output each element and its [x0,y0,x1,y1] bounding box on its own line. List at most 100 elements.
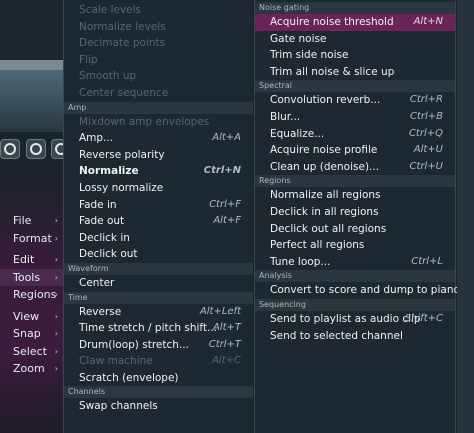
menu-item-label: Acquire noise threshold [270,16,394,28]
menu-item-label: Send to selected channel [270,329,403,342]
menu-item-blur[interactable]: Blur... Ctrl+B [255,109,455,126]
section-header-time: Time [64,291,253,304]
menu-item-snap[interactable]: Snap › [0,325,63,343]
section-header-sequencing: Sequencing [255,298,455,311]
menu-item-center[interactable]: Center [64,275,253,292]
menu-item-time-stretch[interactable]: Time stretch / pitch shift... Alt+T [64,320,253,337]
shortcut-label: Ctrl+B [409,110,443,122]
chevron-right-icon: › [54,290,58,299]
menu-item-file[interactable]: File › [0,212,63,230]
chevron-right-icon: › [54,346,58,356]
menu-item-declick-in-all-regions[interactable]: Declick in all regions [255,204,455,221]
menu-item-regions[interactable]: Regions › [0,286,63,304]
menu-item-label: Send to playlist as audio clip [270,312,421,325]
shortcut-label: Ctrl+N [203,165,241,177]
tool-knob[interactable] [26,139,46,159]
menu-item: Smooth up [64,68,253,85]
menu-item-edit[interactable]: Edit › [0,251,63,269]
shortcut-label: Alt+U [413,144,443,156]
tools-menu: Scale levels Normalize levels Decimate p… [63,0,253,433]
menu-item-label: Mixdown amp envelopes [79,115,210,128]
tool-knob[interactable] [0,139,20,159]
menu-item-reverse-polarity[interactable]: Reverse polarity [64,147,253,164]
menu-item-label: Center [79,276,115,289]
knob-icon [30,143,42,155]
menu-item-equalize[interactable]: Equalize... Ctrl+Q [255,126,455,143]
menu-item-label: Normalize [79,165,139,178]
menu-item-tools[interactable]: Tools › [0,268,63,286]
menu-item: Center sequence [64,85,253,102]
shortcut-label: Ctrl+T [208,338,241,350]
menu-item-label: Drum(loop) stretch... [79,338,189,351]
menu-item-label: Fade in [79,198,117,211]
menu-item-label: Snap [13,327,41,340]
menu-item-lossy-normalize[interactable]: Lossy normalize [64,180,253,197]
menu-item-label: Blur... [270,110,301,123]
menu-item-normalize-all-regions[interactable]: Normalize all regions [255,187,455,204]
menu-item-label: Convolution reverb... [270,94,381,107]
section-header-regions: Regions [255,175,455,188]
menu-item-view[interactable]: View › [0,308,63,326]
menu-item-trim-side-noise[interactable]: Trim side noise [255,47,455,64]
menu-item-label: Trim all noise & slice up [270,65,395,78]
chevron-right-icon: › [54,216,58,225]
menu-item-acquire-noise-profile[interactable]: Acquire noise profile Alt+U [255,142,455,159]
menu-item-zoom[interactable]: Zoom › [0,360,63,378]
menu-item-reverse[interactable]: Reverse Alt+Left [64,304,253,321]
menu-item-fade-out[interactable]: Fade out Alt+F [64,213,253,230]
menu-item-convert-to-score[interactable]: Convert to score and dump to piano roll [255,282,474,299]
menu-item: Scale levels [64,2,253,19]
menu-item-label: Decimate points [79,37,166,50]
shortcut-label: Shift+C [404,312,443,324]
menu-item-label: Gate noise [270,32,327,45]
shortcut-label: Ctrl+F [209,198,241,210]
chevron-right-icon: › [54,364,58,373]
shortcut-label: Alt+Left [199,305,241,317]
menu-item-mixdown-amp-envelopes: Mixdown amp envelopes [64,114,253,131]
menu-item-label: Declick in all regions [270,205,379,218]
chevron-right-icon: › [54,233,58,243]
menu-item-label: View [13,309,40,323]
menu-item-perfect-all-regions[interactable]: Perfect all regions [255,237,455,254]
shortcut-label: Ctrl+Q [408,127,443,139]
menu-item-send-to-playlist[interactable]: Send to playlist as audio clip Shift+C [255,311,455,328]
menu-item-label: Scratch (envelope) [79,371,179,384]
menu-item: Decimate points [64,35,253,52]
menu-item-label: Declick out [79,248,138,261]
menu-item-label: Normalize all regions [270,189,381,202]
shortcut-label: Alt+A [212,132,241,144]
menu-item-format[interactable]: Format › [0,230,63,248]
menu-item-label: Normalize levels [79,20,166,33]
menu-item-label: Acquire noise profile [270,144,378,157]
section-header-channels: Channels [64,386,253,399]
menu-item-normalize[interactable]: Normalize Ctrl+N [64,163,253,180]
menu-item-send-to-selected-channel[interactable]: Send to selected channel [255,328,455,345]
menu-item-label: Format [13,231,52,245]
menu-item-convolution-reverb[interactable]: Convolution reverb... Ctrl+R [255,92,455,109]
menu-item-drum-loop-stretch[interactable]: Drum(loop) stretch... Ctrl+T [64,337,253,354]
menu-item-label: Trim side noise [270,49,349,62]
menu-item-label: Fade out [79,215,125,228]
menu-item-swap-channels[interactable]: Swap channels [64,398,253,415]
menu-item-label: Claw machine [79,355,153,368]
menu-item-scratch-envelope[interactable]: Scratch (envelope) [64,370,253,387]
section-header-analysis: Analysis [255,270,455,283]
menu-item-clean-up-denoise[interactable]: Clean up (denoise)... Ctrl+U [255,159,455,176]
menu-item-label: Time stretch / pitch shift... [79,322,218,335]
menu-item-gate-noise[interactable]: Gate noise [255,31,455,48]
menu-item-declick-in[interactable]: Declick in [64,230,253,247]
menu-item-acquire-noise-threshold[interactable]: Acquire noise threshold Alt+N [255,14,455,31]
menu-item-label: Swap channels [79,400,158,413]
menu-item-declick-out[interactable]: Declick out [64,246,253,263]
menu-item-select[interactable]: Select › [0,343,63,361]
menu-item-tune-loop[interactable]: Tune loop... Ctrl+L [255,254,455,271]
tools-submenu: Noise gating Acquire noise threshold Alt+… [254,0,474,433]
menu-item-declick-out-all-regions[interactable]: Declick out all regions [255,221,455,238]
shortcut-label: Alt+F [213,215,241,227]
menu-item-trim-all-noise[interactable]: Trim all noise & slice up [255,64,455,81]
main-menu: File › Format › Edit › Tools › Regions › View… [0,212,63,378]
section-header-spectral: Spectral [255,80,455,93]
shortcut-label: Alt+N [413,16,443,27]
menu-item-fade-in[interactable]: Fade in Ctrl+F [64,197,253,214]
menu-item-amp[interactable]: Amp... Alt+A [64,130,253,147]
